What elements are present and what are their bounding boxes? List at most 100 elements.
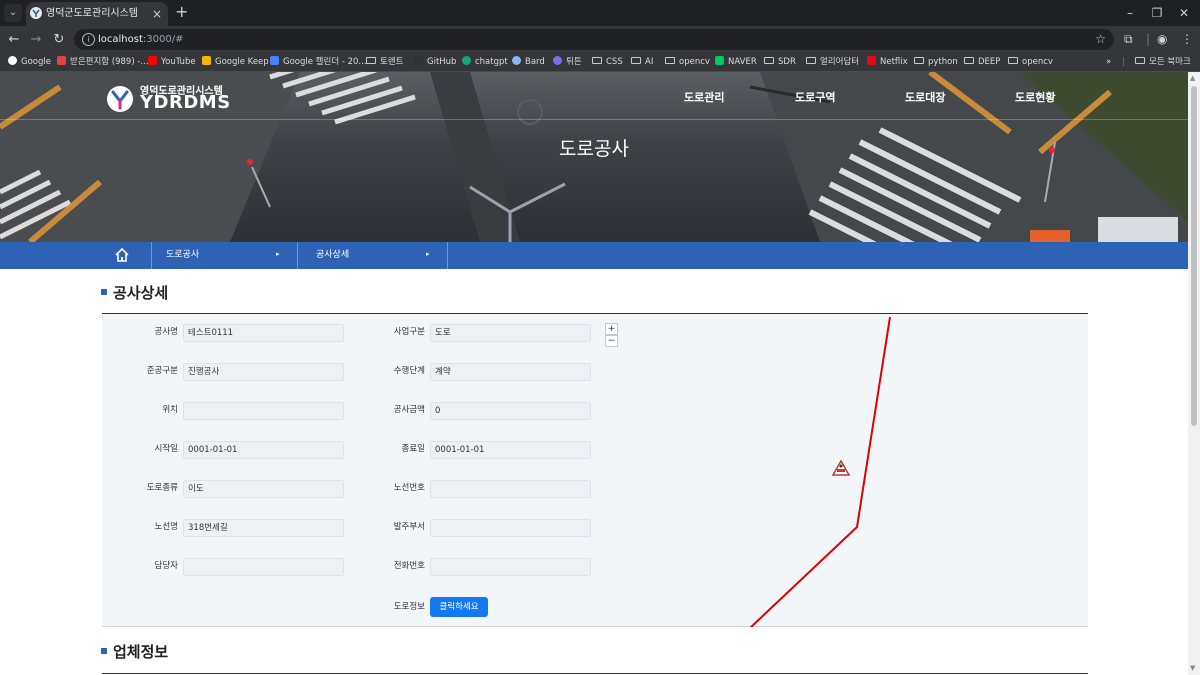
more-bookmarks-button[interactable]: »	[1106, 53, 1111, 72]
tab-title: 영덕군도로관리시스템	[46, 8, 138, 19]
window-close-icon[interactable]: ✕	[1170, 0, 1198, 26]
bookmark-item[interactable]: chatgpt	[462, 53, 508, 72]
field-ordering-dept[interactable]	[430, 519, 591, 537]
folder-icon	[366, 57, 376, 64]
chevron-right-icon: ▸	[276, 250, 280, 258]
nav-road-management[interactable]: 도로관리	[684, 89, 724, 105]
bookmark-item[interactable]: 얼리어답터	[806, 53, 859, 72]
back-icon[interactable]: ←	[4, 26, 24, 53]
hero-banner: 영덕도로관리시스템 YDRDMS 도로관리 도로구역 도로대장 도로현황 도로공…	[0, 72, 1188, 242]
field-route-name[interactable]: 318번세길	[183, 519, 344, 537]
home-icon[interactable]	[114, 247, 130, 263]
bookmarks-bar: Google 받은편지함 (989) -... YouTube Google K…	[0, 53, 1200, 72]
bookmark-item[interactable]: 토렌트	[366, 53, 403, 72]
bookmark-item[interactable]: 받은편지함 (989) -...	[57, 53, 149, 72]
scroll-down-icon[interactable]: ▼	[1190, 664, 1195, 672]
breadcrumb-item-construction[interactable]: 도로공사 ▸	[151, 242, 297, 269]
construction-detail-panel: 공사명 테스트0111 준공구분 진행공사 위치 시작일 0001-01-01 …	[102, 313, 1088, 627]
field-end-date[interactable]: 0001-01-01	[430, 441, 591, 459]
all-bookmarks-button[interactable]: 모든 북마크	[1135, 53, 1191, 72]
field-manager[interactable]	[183, 558, 344, 576]
bookmark-item[interactable]: python	[914, 53, 958, 72]
web-page: 영덕도로관리시스템 YDRDMS 도로관리 도로구역 도로대장 도로현황 도로공…	[0, 72, 1188, 675]
field-business-type[interactable]: 도로	[430, 324, 591, 342]
breadcrumb-divider	[447, 242, 448, 269]
header-divider	[0, 119, 1188, 120]
bookmark-item[interactable]: YouTube	[148, 53, 196, 72]
bookmark-item[interactable]: Netflix	[867, 53, 908, 72]
github-icon	[414, 56, 423, 65]
label-road-type: 도로종류	[146, 483, 178, 493]
bookmark-item[interactable]: DEEP	[964, 53, 1000, 72]
bookmark-item[interactable]: Google Keep	[202, 53, 269, 72]
nav-road-status[interactable]: 도로현황	[1015, 89, 1055, 105]
reload-icon[interactable]: ↻	[49, 26, 69, 53]
bookmark-item[interactable]: Google	[8, 53, 51, 72]
field-road-type[interactable]: 이도	[183, 480, 344, 498]
field-completion-type[interactable]: 진행공사	[183, 363, 344, 381]
map-view[interactable]: + −	[602, 314, 1088, 627]
field-construction-name[interactable]: 테스트0111	[183, 324, 344, 342]
field-start-date[interactable]: 0001-01-01	[183, 441, 344, 459]
profile-avatar-icon[interactable]: ◉	[1157, 26, 1167, 53]
browser-tab[interactable]: 영덕군도로관리시스템 ×	[26, 2, 168, 26]
browser-tab-strip: ⌄ 영덕군도로관리시스템 × + – ❐ ✕	[0, 0, 1200, 26]
google-icon	[8, 56, 17, 65]
tab-search-button[interactable]: ⌄	[4, 4, 22, 22]
road-route-line	[749, 316, 891, 627]
field-amount[interactable]: 0	[430, 402, 591, 420]
address-bar[interactable]: i localhost:3000/# ☆	[74, 29, 1114, 50]
breadcrumb: 도로공사 ▸ 공사상세 ▸	[0, 242, 1188, 269]
minimize-icon[interactable]: –	[1116, 0, 1144, 26]
nav-road-zone[interactable]: 도로구역	[795, 89, 835, 105]
restore-icon[interactable]: ❐	[1143, 0, 1171, 26]
label-road-info: 도로정보	[393, 602, 425, 612]
bookmark-item[interactable]: GitHub	[414, 53, 456, 72]
bookmark-item[interactable]: opencv	[1008, 53, 1053, 72]
chevron-right-icon: ▸	[426, 250, 430, 258]
label-business-type: 사업구분	[393, 327, 425, 337]
nav-road-ledger[interactable]: 도로대장	[905, 89, 945, 105]
forward-icon[interactable]: →	[26, 26, 46, 53]
bookmark-item[interactable]: opencv	[665, 53, 710, 72]
bookmark-item[interactable]: Google 캘린더 - 20...	[270, 53, 367, 72]
bookmark-item[interactable]: Bard	[512, 53, 545, 72]
extensions-icon[interactable]: ⧉	[1124, 26, 1133, 53]
section-bullet	[101, 289, 107, 295]
toolbar-divider: |	[1146, 32, 1151, 46]
bard-icon	[512, 56, 521, 65]
folder-icon	[665, 57, 675, 64]
label-start-date: 시작일	[154, 444, 178, 454]
folder-icon	[914, 57, 924, 64]
ydrdms-logo-icon[interactable]	[107, 86, 133, 112]
youtube-icon	[148, 56, 157, 65]
field-phone[interactable]	[430, 558, 591, 576]
road-info-button[interactable]: 클릭하세요	[430, 597, 488, 617]
bookmark-item[interactable]: CSS	[592, 53, 623, 72]
page-scrollbar[interactable]: ▲ ▼	[1188, 72, 1200, 675]
section-title-construction-detail: 공사상세	[113, 284, 169, 302]
new-tab-button[interactable]: +	[175, 2, 188, 22]
url-text[interactable]: localhost:3000/#	[98, 29, 183, 50]
tab-close-icon[interactable]: ×	[152, 2, 162, 26]
breadcrumb-item-detail[interactable]: 공사상세 ▸	[297, 242, 447, 269]
bookmark-star-icon[interactable]: ☆	[1095, 29, 1106, 50]
label-amount: 공사금액	[393, 405, 425, 415]
field-stage[interactable]: 계약	[430, 363, 591, 381]
field-location[interactable]	[183, 402, 344, 420]
bookmark-item[interactable]: NAVER	[715, 53, 757, 72]
naver-icon	[715, 56, 724, 65]
bookmark-item[interactable]: SDR	[764, 53, 796, 72]
site-info-icon[interactable]: i	[82, 33, 95, 46]
browser-menu-icon[interactable]: ⋮	[1181, 26, 1193, 53]
field-route-number[interactable]	[430, 480, 591, 498]
page-title: 도로공사	[559, 138, 629, 160]
bookmark-item[interactable]: 튀튼	[553, 53, 582, 72]
section-title-company-info: 업체정보	[113, 643, 169, 661]
breadcrumb-label: 도로공사	[166, 250, 200, 260]
construction-warning-icon[interactable]	[831, 459, 851, 476]
bookmark-item[interactable]: AI	[631, 53, 653, 72]
logo-title[interactable]: YDRDMS	[140, 92, 231, 113]
scroll-up-icon[interactable]: ▲	[1190, 74, 1195, 82]
scrollbar-thumb[interactable]	[1191, 86, 1197, 426]
